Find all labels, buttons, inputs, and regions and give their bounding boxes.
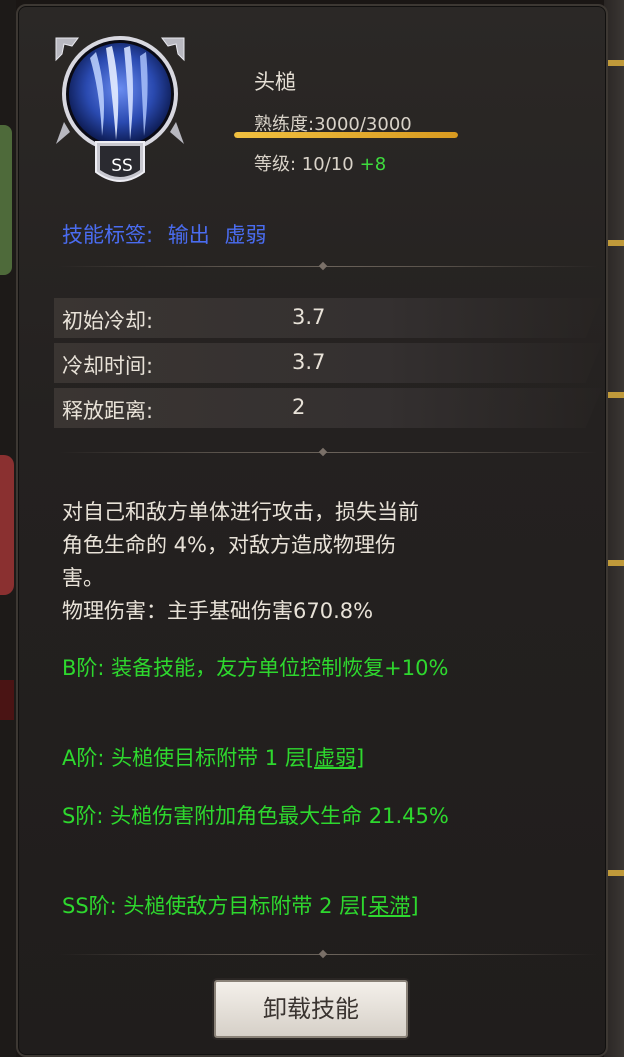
tier-a-suffix: ] [356, 746, 365, 770]
description-line: 害。 [62, 566, 104, 590]
tier-a-effect: A阶: 头槌使目标附带 1 层[虚弱] [62, 742, 592, 775]
tier-s-effect: S阶: 头槌伤害附加角色最大生命 21.45% [62, 804, 449, 828]
background-red-tab [0, 455, 14, 595]
tier-ss-suffix: ] [410, 894, 419, 918]
tier-ss-text: SS阶: 头槌使敌方目标附带 2 层[ [62, 894, 369, 918]
stat-value: 3.7 [292, 350, 326, 374]
skill-description: 对自己和敌方单体进行攻击，损失当前 角色生命的 4%，对敌方造成物理伤 害。 物… [62, 496, 602, 628]
skill-tags-label: 技能标签: [62, 223, 154, 247]
skill-level: 等级: 10/10 +8 [254, 150, 386, 176]
stun-status-link[interactable]: 呆滞 [368, 894, 410, 918]
unload-skill-button[interactable]: 卸载技能 [214, 980, 408, 1038]
stat-value: 2 [292, 395, 306, 419]
tier-a-text: A阶: 头槌使目标附带 1 层[ [62, 746, 315, 770]
background-green-tab [0, 125, 12, 275]
description-line: 角色生命的 4%，对敌方造成物理伤 [62, 533, 396, 557]
skill-tag: 虚弱 [224, 223, 267, 247]
background-dark-tab [0, 680, 14, 720]
skill-detail-panel: SS 头槌 熟练度:3000/3000 等级: 10/10 +8 技能标签: 输出… [16, 4, 608, 1057]
weak-status-link[interactable]: 虚弱 [314, 746, 356, 770]
divider [58, 261, 598, 272]
skill-tag: 输出 [167, 223, 210, 247]
stat-label: 初始冷却: [62, 309, 154, 333]
proficiency-bar-fill [234, 132, 458, 138]
skill-grade-badge: SS [111, 156, 133, 176]
skill-tags: 技能标签: 输出 虚弱 [62, 219, 274, 249]
proficiency-bar [234, 132, 458, 138]
stat-label: 冷却时间: [62, 354, 154, 378]
tier-b-effect: B阶: 装备技能，友方单位控制恢复+10% [62, 656, 449, 680]
stat-value: 3.7 [292, 305, 326, 329]
tier-ss-effect: SS阶: 头槌使敌方目标附带 2 层[呆滞] [62, 890, 592, 923]
stat-row-range: 释放距离: 2 [54, 388, 602, 428]
stat-label: 释放距离: [62, 399, 154, 423]
divider [58, 949, 598, 960]
skill-name: 头槌 [254, 70, 296, 94]
background-left-edge [0, 0, 16, 1057]
divider [58, 447, 598, 458]
description-line: 物理伤害：主手基础伤害670.8% [62, 599, 374, 623]
skill-level-bonus: +8 [359, 154, 387, 175]
stat-row-initial-cooldown: 初始冷却: 3.7 [54, 298, 602, 338]
description-line: 对自己和敌方单体进行攻击，损失当前 [62, 500, 419, 524]
skill-level-text: 等级: 10/10 [254, 154, 354, 175]
stat-row-cooldown: 冷却时间: 3.7 [54, 343, 602, 383]
